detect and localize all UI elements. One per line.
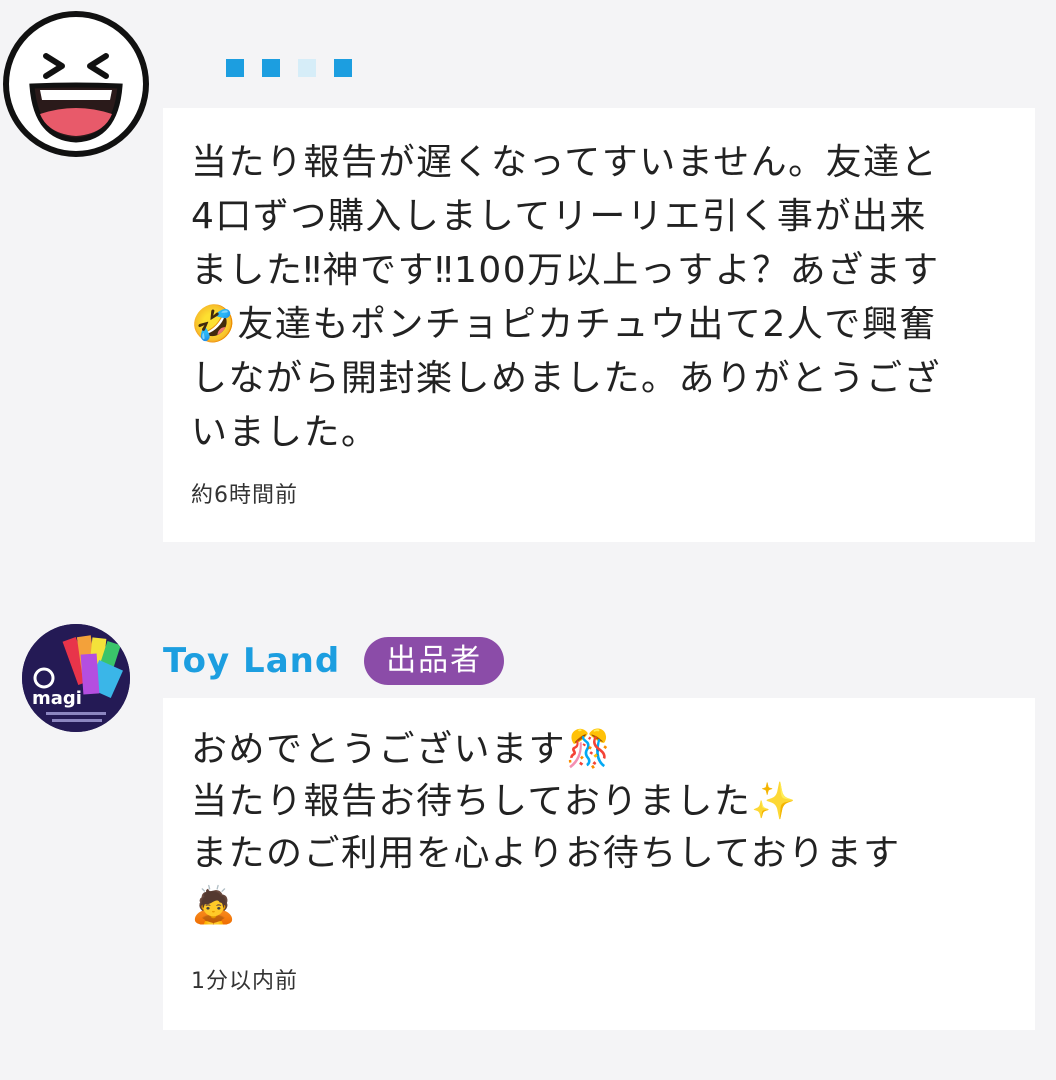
seller-header: Toy Land 出品者 <box>163 636 505 686</box>
reply-timestamp: 1分以内前 <box>191 969 298 994</box>
seller-username[interactable]: Toy Land <box>163 641 340 681</box>
username-mask-block <box>226 59 244 77</box>
commenter-avatar[interactable] <box>2 10 150 158</box>
comment-timestamp: 約6時間前 <box>191 483 298 508</box>
avatar-logo-text: magi <box>32 688 82 709</box>
laughing-face-icon <box>3 11 149 157</box>
username-mask-block <box>298 59 316 77</box>
hidden-username[interactable] <box>226 59 370 77</box>
comment-bubble: 当たり報告が遅くなってすいません。友達と 4口ずつ購入しましてリーリエ引く事が出… <box>163 108 1035 542</box>
toy-land-logo: magi <box>22 624 130 732</box>
comment-text: 当たり報告が遅くなってすいません。友達と 4口ずつ購入しましてリーリエ引く事が出… <box>191 142 942 453</box>
seller-badge: 出品者 <box>364 637 505 685</box>
reply-text: おめでとうございます🎊 当たり報告お待ちしておりました✨ またのご利用を心よりお… <box>191 729 901 926</box>
seller-avatar[interactable]: magi <box>22 624 130 732</box>
username-mask-block <box>334 59 352 77</box>
username-mask-block <box>262 59 280 77</box>
reply-bubble: おめでとうございます🎊 当たり報告お待ちしておりました✨ またのご利用を心よりお… <box>163 698 1035 1030</box>
